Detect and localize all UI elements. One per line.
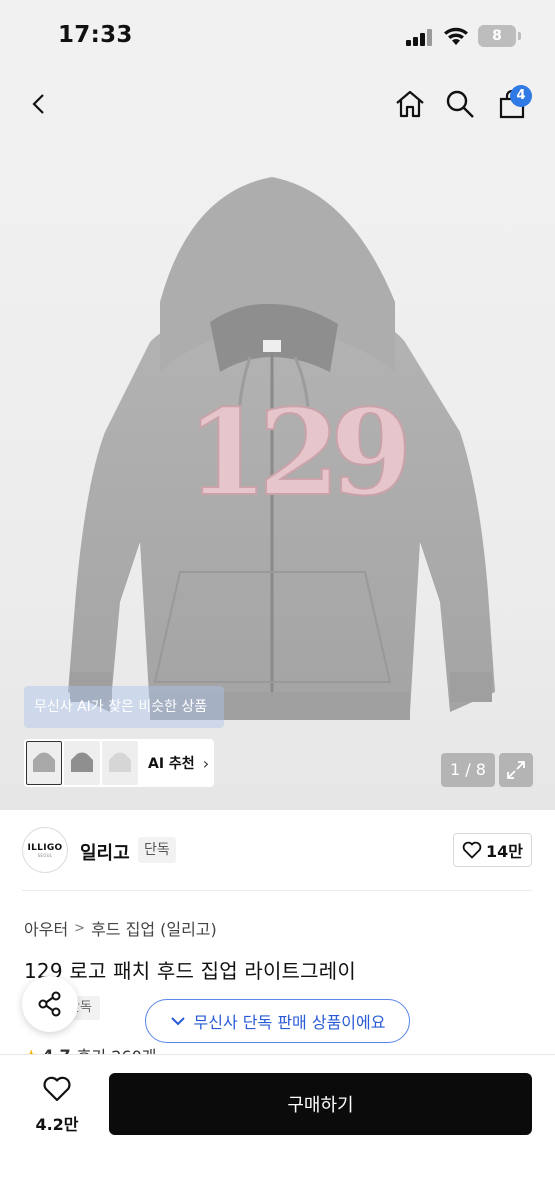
home-button[interactable] <box>390 84 430 124</box>
back-button[interactable] <box>20 84 60 124</box>
chevron-left-icon <box>32 94 44 114</box>
chevron-right-icon: › <box>202 753 210 773</box>
ai-thumbnail[interactable] <box>64 741 100 785</box>
hoodie-thumbnail-icon <box>33 752 55 772</box>
product-page: 17:33 8 129 4 무신사 AI가 찾은 비슷한 상품 AI 추천 › … <box>0 0 555 1200</box>
ai-thumbnail[interactable] <box>26 741 62 785</box>
heart-icon <box>462 841 482 859</box>
divider <box>22 890 532 891</box>
image-counter: 1 / 8 <box>441 753 495 787</box>
hoodie-thumbnail-icon <box>71 752 93 772</box>
logo-patch: 129 <box>185 383 413 522</box>
brand-logo[interactable]: ILLIGO SEOUL <box>22 827 68 873</box>
wishlist-count: 4.2만 <box>35 1115 79 1134</box>
expand-image-button[interactable] <box>499 753 533 787</box>
ai-recommend-strip[interactable]: AI 추천 › <box>24 739 214 787</box>
ai-similar-products-label[interactable]: 무신사 AI가 찾은 비슷한 상품 <box>24 686 224 728</box>
bottom-action-bar: 4.2만 구매하기 <box>0 1054 555 1200</box>
brand-name[interactable]: 일리고 <box>80 839 130 865</box>
breadcrumb-item[interactable]: 후드 집업 (일리고) <box>91 916 217 940</box>
share-button[interactable] <box>22 976 78 1032</box>
brand-like-count: 14만 <box>486 842 523 861</box>
cart-count-badge: 4 <box>510 85 532 107</box>
chevron-right-icon: > <box>74 920 86 936</box>
exclusive-notice-text: 무신사 단독 판매 상품이에요 <box>193 1013 386 1032</box>
wifi-icon <box>444 27 468 45</box>
share-icon <box>38 991 61 1017</box>
heart-icon <box>43 1076 71 1102</box>
cellular-signal-icon <box>406 28 434 46</box>
brand-exclusive-tag: 단독 <box>138 837 176 863</box>
search-icon <box>446 90 474 118</box>
brand-like-button[interactable]: 14만 <box>453 833 532 867</box>
hoodie-thumbnail-icon <box>109 752 131 772</box>
battery-indicator: 8 <box>478 25 521 47</box>
brand-logo-subtext: SEOUL <box>37 852 53 858</box>
ai-thumbnail[interactable] <box>102 741 138 785</box>
ai-recommend-label: AI 추천 <box>148 756 195 772</box>
breadcrumb: 아우터 > 후드 집업 (일리고) <box>24 916 217 940</box>
breadcrumb-item[interactable]: 아우터 <box>24 916 68 940</box>
product-image-carousel[interactable]: 129 4 무신사 AI가 찾은 비슷한 상품 AI 추천 › 1 / 8 <box>0 72 555 810</box>
buy-button[interactable]: 구매하기 <box>109 1073 532 1135</box>
status-bar: 17:33 8 <box>0 0 555 72</box>
product-title: 129 로고 패치 후드 집업 라이트그레이 <box>24 959 356 983</box>
chevron-down-icon <box>170 1017 185 1026</box>
home-icon <box>396 90 424 118</box>
wishlist-button[interactable]: 4.2만 <box>30 1075 84 1135</box>
exclusive-notice-pill[interactable]: 무신사 단독 판매 상품이에요 <box>145 999 410 1043</box>
brand-logo-text: ILLIGO <box>27 842 63 853</box>
status-time: 17:33 <box>58 22 133 48</box>
expand-icon <box>507 761 525 779</box>
search-button[interactable] <box>440 84 480 124</box>
